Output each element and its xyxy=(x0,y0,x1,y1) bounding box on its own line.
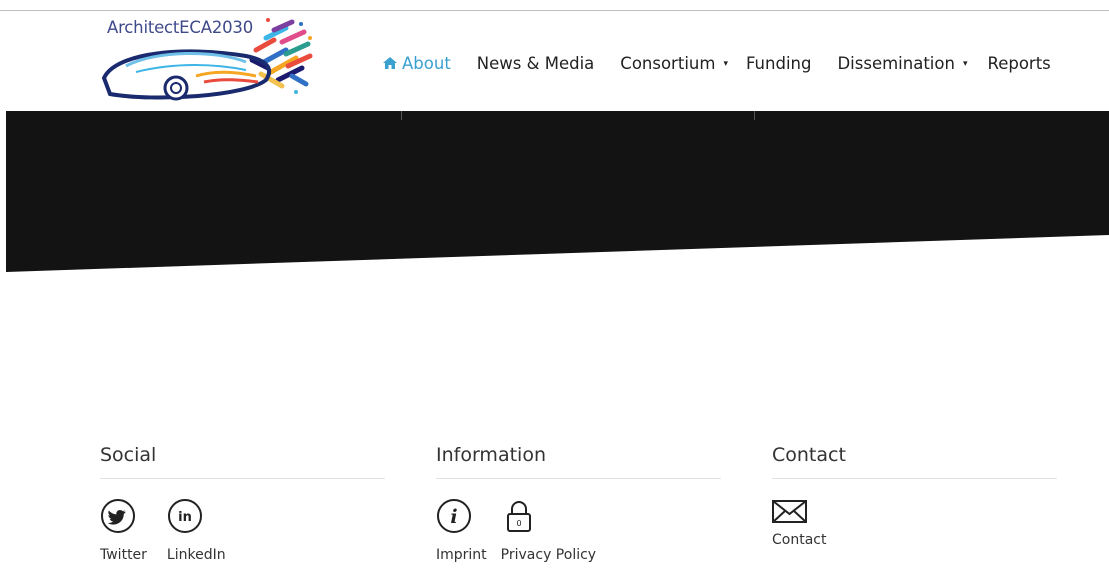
nav-item-about[interactable]: About xyxy=(382,54,451,73)
hero-banner xyxy=(6,111,1109,272)
svg-text:in: in xyxy=(178,510,192,525)
privacy-policy-link[interactable]: 0 Privacy Policy xyxy=(501,498,596,563)
envelope-icon xyxy=(772,500,807,523)
info-icon: i xyxy=(437,499,471,533)
hero-divider xyxy=(401,111,402,120)
svg-text:0: 0 xyxy=(516,519,521,528)
footer-contact: Contact Contact xyxy=(772,440,1057,548)
linkedin-label: LinkedIn xyxy=(166,547,226,563)
nav-item-about-label: About xyxy=(402,53,451,73)
privacy-policy-label: Privacy Policy xyxy=(500,547,597,563)
footer-social-title: Social xyxy=(100,440,385,479)
nav-item-news-media[interactable]: News & Media xyxy=(477,54,595,73)
nav-item-consortium-label: Consortium xyxy=(620,53,716,73)
hero-divider xyxy=(754,111,755,120)
nav-item-dissemination-label: Dissemination xyxy=(837,53,955,73)
svg-text:i: i xyxy=(450,506,457,528)
logo-text: ArchitectECA2030 xyxy=(107,18,254,37)
chevron-down-icon: ▾ xyxy=(723,59,728,69)
linkedin-link[interactable]: in LinkedIn xyxy=(167,498,226,563)
nav-item-reports-label: Reports xyxy=(987,53,1051,73)
twitter-link[interactable]: Twitter xyxy=(100,498,147,563)
nav-item-reports[interactable]: Reports xyxy=(987,54,1050,73)
home-icon xyxy=(383,57,397,69)
nav-item-consortium[interactable]: Consortium ▾ xyxy=(620,54,728,73)
lock-icon: 0 xyxy=(506,501,531,532)
linkedin-icon: in xyxy=(167,499,202,533)
nav-item-dissemination[interactable]: Dissemination ▾ xyxy=(837,54,967,73)
main-nav: About News & Media Consortium ▾ Funding … xyxy=(382,50,1051,76)
nav-item-funding[interactable]: Funding xyxy=(746,54,812,73)
contact-label: Contact xyxy=(772,532,827,548)
footer-contact-title: Contact xyxy=(772,440,1057,479)
chevron-down-icon: ▾ xyxy=(962,59,968,69)
twitter-label: Twitter xyxy=(100,547,147,563)
twitter-icon xyxy=(101,499,135,533)
footer-information-title: Information xyxy=(436,440,721,479)
footer-information: Information i Imprint 0 Privacy Policy xyxy=(436,440,721,563)
site-logo[interactable]: ArchitectECA2030 xyxy=(96,10,316,108)
footer-social: Social Twitter in LinkedIn xyxy=(100,440,385,563)
imprint-label: Imprint xyxy=(436,547,487,563)
nav-item-news-media-label: News & Media xyxy=(476,53,595,73)
imprint-link[interactable]: i Imprint xyxy=(436,498,487,563)
nav-item-funding-label: Funding xyxy=(745,53,812,73)
contact-link[interactable]: Contact xyxy=(772,498,826,548)
